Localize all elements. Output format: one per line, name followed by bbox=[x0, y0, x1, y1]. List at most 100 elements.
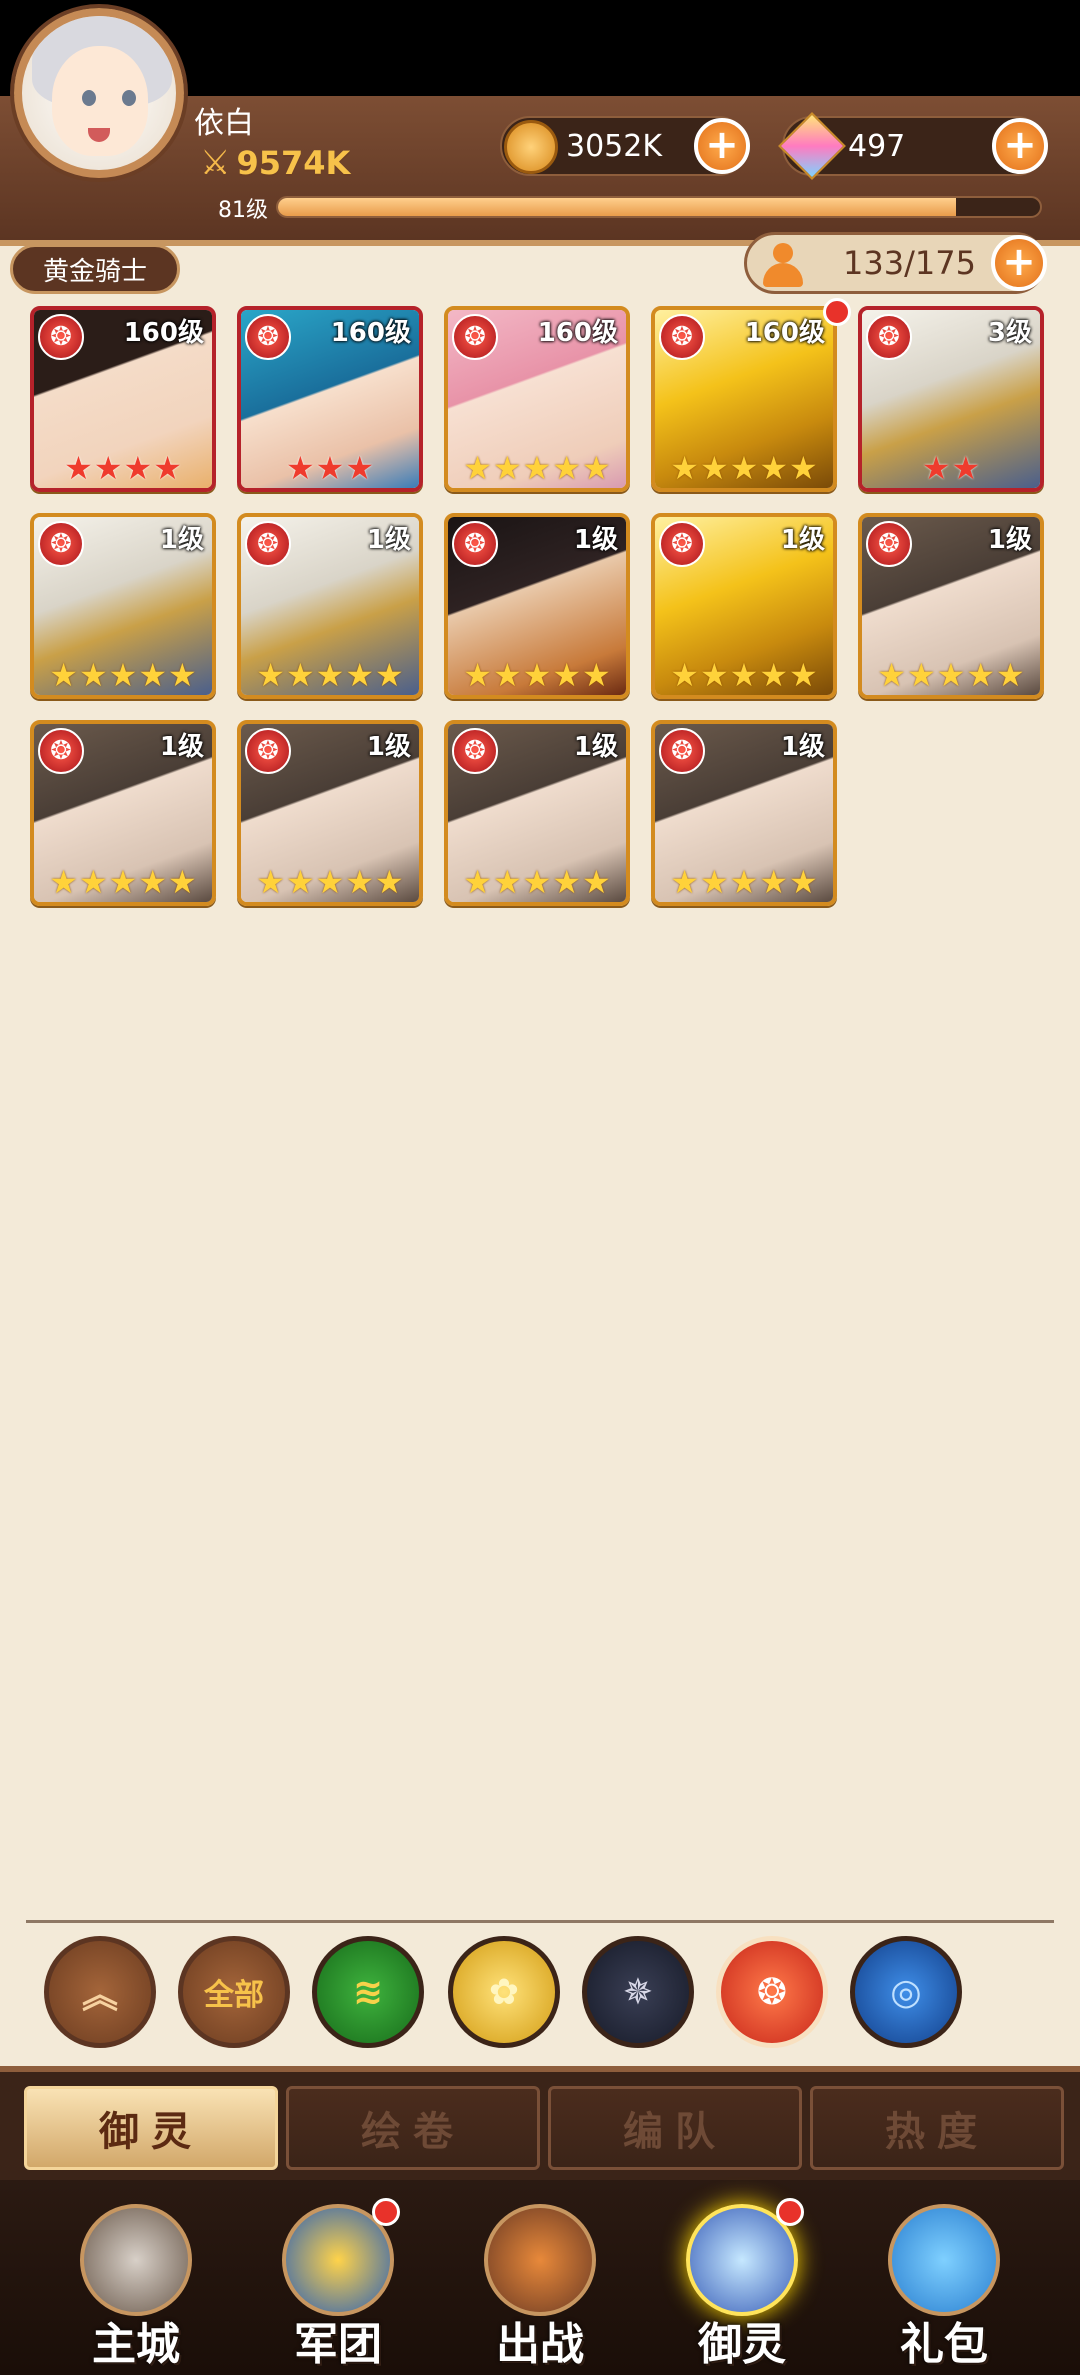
power-row: ⚔ 9574K bbox=[200, 144, 350, 182]
phoenix-faction-icon: ❂ bbox=[38, 521, 84, 567]
nav-gift-pack[interactable]: 礼包 bbox=[854, 2196, 1034, 2371]
filter-wind-button[interactable]: ≋ bbox=[312, 1936, 424, 2048]
hero-card[interactable]: ❂ 1级 ★ ★ ★ ★ ★ bbox=[858, 513, 1044, 699]
hero-notification-dot bbox=[823, 298, 851, 326]
person-icon bbox=[761, 243, 805, 287]
hero-stars: ★ ★ ★ ★ ★ bbox=[241, 866, 419, 898]
hero-card[interactable]: ❂ 1级 ★ ★ ★ ★ ★ bbox=[237, 720, 423, 906]
hero-level: 1级 bbox=[780, 525, 825, 555]
tab-biandui[interactable]: 编队 bbox=[548, 2086, 802, 2170]
star-icon: ★ bbox=[78, 656, 108, 694]
star-icon: ★ bbox=[921, 449, 951, 487]
player-avatar[interactable] bbox=[14, 8, 184, 178]
hero-level: 1级 bbox=[573, 732, 618, 762]
expand-roster-button[interactable]: + bbox=[991, 235, 1047, 291]
star-icon: ★ bbox=[463, 863, 492, 901]
star-icon: ★ bbox=[49, 656, 78, 694]
star-icon: ★ bbox=[996, 656, 1025, 694]
filter-dark-button[interactable]: ✵ bbox=[582, 1936, 694, 2048]
hero-card[interactable]: ❂ 1级 ★ ★ ★ ★ ★ bbox=[30, 513, 216, 699]
star-icon: ★ bbox=[138, 863, 168, 901]
add-gems-button[interactable]: + bbox=[992, 118, 1048, 174]
add-coins-button[interactable]: + bbox=[694, 118, 750, 174]
hero-card[interactable]: ❂ 160级 ★ ★ ★ bbox=[237, 306, 423, 492]
hero-card[interactable]: ❂ 1级 ★ ★ ★ ★ ★ bbox=[651, 513, 837, 699]
filter-water-button[interactable]: ◎ bbox=[850, 1936, 962, 2048]
nav-label: 主城 bbox=[92, 2319, 180, 2370]
star-icon: ★ bbox=[789, 863, 818, 901]
filter-all-button[interactable]: 全部 bbox=[178, 1936, 290, 2048]
star-icon: ★ bbox=[285, 449, 315, 487]
hero-stars: ★ ★ ★ ★ ★ bbox=[655, 452, 833, 484]
phoenix-faction-icon: ❂ bbox=[452, 314, 498, 360]
star-icon: ★ bbox=[168, 863, 197, 901]
hero-card[interactable]: ❂ 1级 ★ ★ ★ ★ ★ bbox=[444, 513, 630, 699]
legion-notification-dot bbox=[372, 2198, 400, 2226]
filter-fire-button[interactable]: ❂ bbox=[716, 1936, 828, 2048]
sort-toggle-button[interactable]: ︽ bbox=[44, 1936, 156, 2048]
shop-stall-icon bbox=[888, 2204, 1000, 2316]
nav-legion[interactable]: 军团 bbox=[248, 2196, 428, 2371]
filter-light-button[interactable]: ✿ bbox=[448, 1936, 560, 2048]
star-icon: ★ bbox=[463, 656, 492, 694]
star-icon: ★ bbox=[877, 656, 906, 694]
nav-yuling[interactable]: 御灵 bbox=[652, 2196, 832, 2371]
hero-level: 1级 bbox=[366, 732, 411, 762]
hero-card[interactable]: ❂ 1级 ★ ★ ★ ★ ★ bbox=[30, 720, 216, 906]
nav-label: 军团 bbox=[294, 2319, 382, 2370]
hero-card[interactable]: ❂ 1级 ★ ★ ★ ★ ★ bbox=[237, 513, 423, 699]
star-icon: ★ bbox=[729, 449, 759, 487]
hero-card[interactable]: ❂ 3级 ★ ★ bbox=[858, 306, 1044, 492]
star-icon: ★ bbox=[582, 863, 611, 901]
star-icon: ★ bbox=[552, 863, 582, 901]
roster-capacity: 133/175 + bbox=[744, 232, 1047, 294]
star-icon: ★ bbox=[492, 449, 522, 487]
star-icon: ★ bbox=[285, 863, 315, 901]
phoenix-faction-icon: ❂ bbox=[38, 314, 84, 360]
phoenix-faction-icon: ❂ bbox=[756, 1971, 788, 2013]
hero-stars: ★ ★ ★ ★ ★ bbox=[655, 659, 833, 691]
hero-card[interactable]: ❂ 160级 ★ ★ ★ ★ bbox=[30, 306, 216, 492]
nav-battle[interactable]: 出战 bbox=[450, 2196, 630, 2371]
hero-level: 1级 bbox=[987, 525, 1032, 555]
player-name: 依白 bbox=[194, 106, 254, 141]
hero-stars: ★ ★ ★ ★ ★ bbox=[241, 659, 419, 691]
hero-level: 1级 bbox=[366, 525, 411, 555]
star-icon: ★ bbox=[729, 656, 759, 694]
gem-value: 497 bbox=[848, 128, 906, 164]
player-level: 81级 bbox=[218, 198, 268, 223]
star-icon: ★ bbox=[256, 863, 285, 901]
star-icon: ★ bbox=[759, 656, 789, 694]
nav-main-city[interactable]: 主城 bbox=[46, 2196, 226, 2371]
phoenix-faction-icon: ❂ bbox=[452, 521, 498, 567]
star-icon: ★ bbox=[93, 449, 123, 487]
hero-card[interactable]: ❂ 1级 ★ ★ ★ ★ ★ bbox=[651, 720, 837, 906]
hero-card[interactable]: ❂ 160级 ★ ★ ★ ★ ★ bbox=[444, 306, 630, 492]
star-icon: ★ bbox=[315, 656, 345, 694]
tab-redu[interactable]: 热度 bbox=[810, 2086, 1064, 2170]
dragon-faction-icon: ◎ bbox=[890, 1971, 922, 2013]
double-chevron-up-icon: ︽ bbox=[81, 1975, 118, 2016]
star-icon: ★ bbox=[463, 449, 492, 487]
hero-stars: ★ ★ ★ ★ ★ bbox=[862, 659, 1040, 691]
coin-icon bbox=[504, 120, 558, 174]
tab-yuling[interactable]: 御灵 bbox=[24, 2086, 278, 2170]
hero-card[interactable]: ❂ 160级 ★ ★ ★ ★ ★ bbox=[651, 306, 837, 492]
coin-value: 3052K bbox=[566, 128, 663, 164]
roster-count: 133/175 bbox=[843, 244, 976, 282]
tab-huijuan[interactable]: 绘卷 bbox=[286, 2086, 540, 2170]
star-icon: ★ bbox=[345, 449, 375, 487]
star-faction-icon: ✵ bbox=[622, 1971, 654, 2013]
star-icon: ★ bbox=[670, 449, 699, 487]
star-icon: ★ bbox=[759, 863, 789, 901]
hero-stars: ★ ★ ★ ★ ★ bbox=[655, 866, 833, 898]
hero-stars: ★ ★ ★ ★ ★ bbox=[34, 866, 212, 898]
coin-counter: 3052K + bbox=[500, 116, 750, 176]
hero-card[interactable]: ❂ 1级 ★ ★ ★ ★ ★ bbox=[444, 720, 630, 906]
phoenix-faction-icon: ❂ bbox=[452, 728, 498, 774]
star-icon: ★ bbox=[522, 449, 552, 487]
star-icon: ★ bbox=[699, 656, 729, 694]
phoenix-faction-icon: ❂ bbox=[245, 728, 291, 774]
star-icon: ★ bbox=[138, 656, 168, 694]
nav-label: 出战 bbox=[496, 2319, 584, 2370]
